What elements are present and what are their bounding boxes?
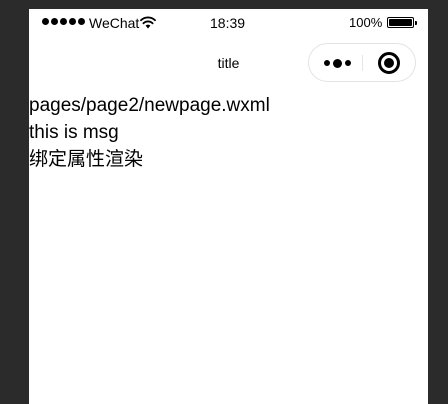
signal-dot [60,18,67,25]
page-path-text: pages/page2/newpage.wxml [29,95,270,116]
signal-icon [42,18,85,25]
signal-dot [78,18,85,25]
menu-dot [344,60,351,66]
battery-nub [415,21,417,25]
more-dots-icon[interactable] [321,54,353,72]
battery-fill [389,19,412,26]
capsule-divider [362,55,363,71]
signal-dot [51,18,58,25]
menu-dot [332,58,342,68]
mini-program-capsule [308,43,416,82]
wifi-icon [140,16,156,29]
close-inner-dot [384,58,394,68]
message-text: this is msg [29,122,119,143]
battery-icon [387,17,417,28]
status-bar: WeChat 18:39 100% [29,9,428,37]
menu-dot [323,60,330,66]
carrier-name: WeChat [89,15,140,31]
battery-percent: 100% [349,15,383,30]
status-time: 18:39 [210,15,246,31]
signal-dot [42,18,49,25]
phone-screen: WeChat 18:39 100% title pages/page2/newp… [29,9,428,404]
signal-dot [69,18,76,25]
target-close-icon[interactable] [378,52,400,74]
binding-text: 绑定属性渲染 [29,149,144,170]
navigation-bar: title [29,37,428,89]
page-content: pages/page2/newpage.wxml this is msg 绑定属… [29,92,428,173]
